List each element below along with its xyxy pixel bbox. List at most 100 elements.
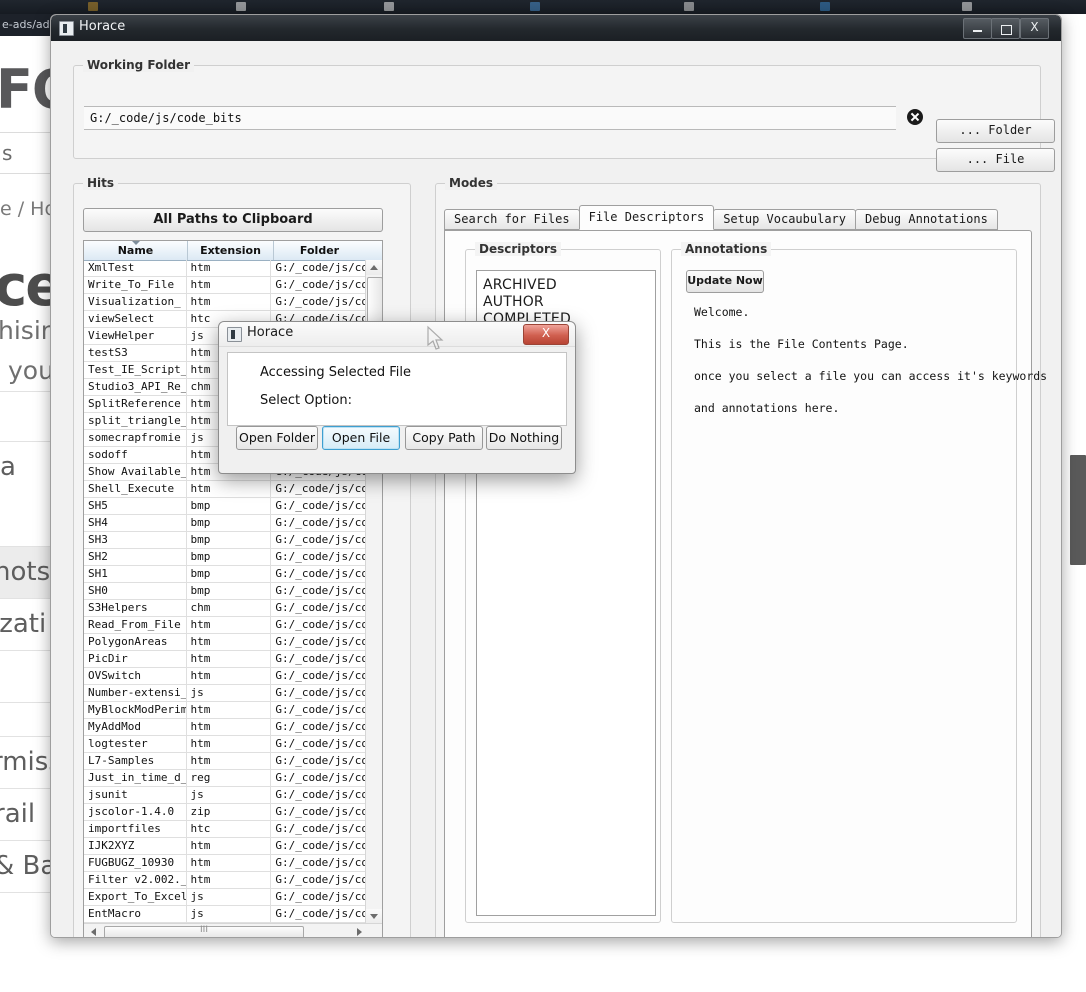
modes-tabstrip: Search for Files File Descriptors Setup Vo…: [444, 205, 998, 230]
tab-search-for-files[interactable]: Search for Files: [444, 209, 580, 230]
table-row[interactable]: logtester htm G:/_code/js/cod: [84, 736, 365, 753]
cell-folder: G:/_code/js/cod: [275, 550, 365, 563]
table-row[interactable]: EntMacro js G:/_code/js/cod: [84, 906, 365, 923]
table-row[interactable]: SH0 bmp G:/_code/js/cod: [84, 583, 365, 600]
cell-name: SH5: [84, 498, 187, 514]
table-row[interactable]: SH2 bmp G:/_code/js/cod: [84, 549, 365, 566]
choose-folder-button[interactable]: ... Folder: [936, 119, 1055, 143]
table-row[interactable]: L7-Samples htm G:/_code/js/cod: [84, 753, 365, 770]
cell-folder: G:/_code/js/cod: [275, 482, 365, 495]
cell-extension: htm: [187, 260, 272, 276]
cell-folder: G:/_code/js/cod: [275, 907, 365, 920]
table-row[interactable]: Shell_Execute htm G:/_code/js/cod: [84, 481, 365, 498]
access-file-dialog: Horace X Accessing Selected File Select …: [218, 321, 576, 474]
cell-extension: htm: [187, 753, 272, 769]
cell-folder: G:/_code/js/cod: [275, 261, 365, 274]
choose-file-button[interactable]: ... File: [936, 148, 1055, 172]
cell-name: split_triangle_: [84, 413, 187, 429]
tab-debug-annotations[interactable]: Debug Annotations: [855, 209, 998, 230]
table-row[interactable]: SH4 bmp G:/_code/js/cod: [84, 515, 365, 532]
open-file-button[interactable]: Open File: [322, 426, 400, 450]
table-row[interactable]: SH1 bmp G:/_code/js/cod: [84, 566, 365, 583]
cell-extension: htm: [187, 855, 272, 871]
page-subtext-2: you: [8, 356, 54, 385]
table-row[interactable]: IJK2XYZ htm G:/_code/js/cod: [84, 838, 365, 855]
scroll-right-icon[interactable]: [352, 924, 368, 937]
table-row[interactable]: PolygonAreas htm G:/_code/js/cod: [84, 634, 365, 651]
cell-name: Test_IE_Script_: [84, 362, 187, 378]
table-row[interactable]: MyAddMod htm G:/_code/js/cod: [84, 719, 365, 736]
cell-extension: htm: [187, 668, 272, 684]
table-row[interactable]: Write_To_File htm G:/_code/js/cod: [84, 277, 365, 294]
descriptors-label: Descriptors: [475, 242, 562, 256]
cell-name: IJK2XYZ: [84, 838, 187, 854]
clear-path-icon[interactable]: [907, 109, 923, 125]
table-row[interactable]: MyBlockModPerim htm G:/_code/js/cod: [84, 702, 365, 719]
cell-name: SH0: [84, 583, 187, 599]
scroll-left-icon[interactable]: [86, 924, 102, 937]
column-header-name[interactable]: Name: [84, 241, 188, 260]
do-nothing-button[interactable]: Do Nothing: [486, 426, 562, 450]
window-title: Horace: [79, 19, 126, 34]
cell-extension: zip: [187, 804, 272, 820]
cell-name: SH1: [84, 566, 187, 582]
descriptor-item[interactable]: ARCHIVED: [483, 277, 655, 294]
cell-extension: chm: [187, 600, 272, 616]
working-folder-path-input[interactable]: [84, 106, 896, 130]
descriptor-item[interactable]: AUTHOR: [483, 294, 655, 311]
table-row[interactable]: FUGBUGZ_10930 htm G:/_code/js/cod: [84, 855, 365, 872]
cell-name: jscolor-1.4.0: [84, 804, 187, 820]
table-row[interactable]: PicDir htm G:/_code/js/cod: [84, 651, 365, 668]
table-row[interactable]: Filter v2.002._ htm G:/_code/js/cod: [84, 872, 365, 889]
cell-extension: js: [187, 685, 272, 701]
cell-folder: G:/_code/js/cod: [275, 533, 365, 546]
cell-folder: G:/_code/js/cod: [275, 567, 365, 580]
horizontal-scroll-thumb[interactable]: [104, 925, 304, 937]
cell-extension: htm: [187, 719, 272, 735]
cell-name: SH4: [84, 515, 187, 531]
table-row[interactable]: Just_in_time_d_ reg G:/_code/js/cod: [84, 770, 365, 787]
hits-horizontal-scrollbar[interactable]: [84, 923, 382, 937]
page-scrollbar-thumb[interactable]: [1070, 455, 1086, 565]
nav-item-0[interactable]: s: [2, 141, 12, 165]
scroll-down-icon[interactable]: [366, 909, 382, 924]
all-paths-to-clipboard-button[interactable]: All Paths to Clipboard: [83, 208, 383, 232]
cell-name: logtester: [84, 736, 187, 752]
open-folder-button[interactable]: Open Folder: [236, 426, 318, 450]
table-row[interactable]: SH5 bmp G:/_code/js/cod: [84, 498, 365, 515]
close-button[interactable]: X: [1020, 18, 1049, 39]
tab-setup-vocaubulary[interactable]: Setup Vocaubulary: [713, 209, 857, 230]
cell-extension: htm: [187, 702, 272, 718]
copy-path-button[interactable]: Copy Path: [405, 426, 483, 450]
annotations-text[interactable]: Welcome. This is the File Contents Page. o…: [694, 306, 1047, 434]
table-row[interactable]: Visualization_ htm G:/_code/js/cod: [84, 294, 365, 311]
table-row[interactable]: XmlTest htm G:/_code/js/cod: [84, 260, 365, 277]
cell-name: XmlTest: [84, 260, 187, 276]
table-row[interactable]: Read_From_File htm G:/_code/js/cod: [84, 617, 365, 634]
table-row[interactable]: Number-extensi_ js G:/_code/js/cod: [84, 685, 365, 702]
minimize-button[interactable]: [963, 18, 992, 39]
update-now-button[interactable]: Update Now: [686, 270, 764, 293]
table-row[interactable]: importfiles htc G:/_code/js/cod: [84, 821, 365, 838]
maximize-button[interactable]: [991, 18, 1020, 39]
cell-name: SplitReference: [84, 396, 187, 412]
table-row[interactable]: OVSwitch htm G:/_code/js/cod: [84, 668, 365, 685]
dialog-button-row: Open Folder Open File Copy Path Do Nothi…: [227, 426, 565, 452]
cell-extension: htm: [187, 617, 272, 633]
tab-file-descriptors[interactable]: File Descriptors: [578, 205, 715, 230]
table-row[interactable]: SH3 bmp G:/_code/js/cod: [84, 532, 365, 549]
column-header-extension[interactable]: Extension: [188, 241, 274, 260]
dialog-close-button[interactable]: X: [523, 324, 569, 345]
scroll-up-icon[interactable]: [366, 260, 382, 275]
cell-folder: G:/_code/js/cod: [275, 686, 365, 699]
cell-folder: G:/_code/js/cod: [275, 652, 365, 665]
cell-folder: G:/_code/js/cod: [275, 873, 365, 886]
table-row[interactable]: jsunit js G:/_code/js/cod: [84, 787, 365, 804]
annotation-line: This is the File Contents Page.: [694, 337, 909, 351]
column-header-extension-label: Extension: [200, 244, 261, 257]
table-row[interactable]: jscolor-1.4.0 zip G:/_code/js/cod: [84, 804, 365, 821]
table-row[interactable]: Export_To_Excel js G:/_code/js/cod: [84, 889, 365, 906]
column-header-folder[interactable]: Folder: [274, 241, 365, 260]
table-row[interactable]: S3Helpers chm G:/_code/js/cod: [84, 600, 365, 617]
cell-folder: G:/_code/js/cod: [275, 856, 365, 869]
